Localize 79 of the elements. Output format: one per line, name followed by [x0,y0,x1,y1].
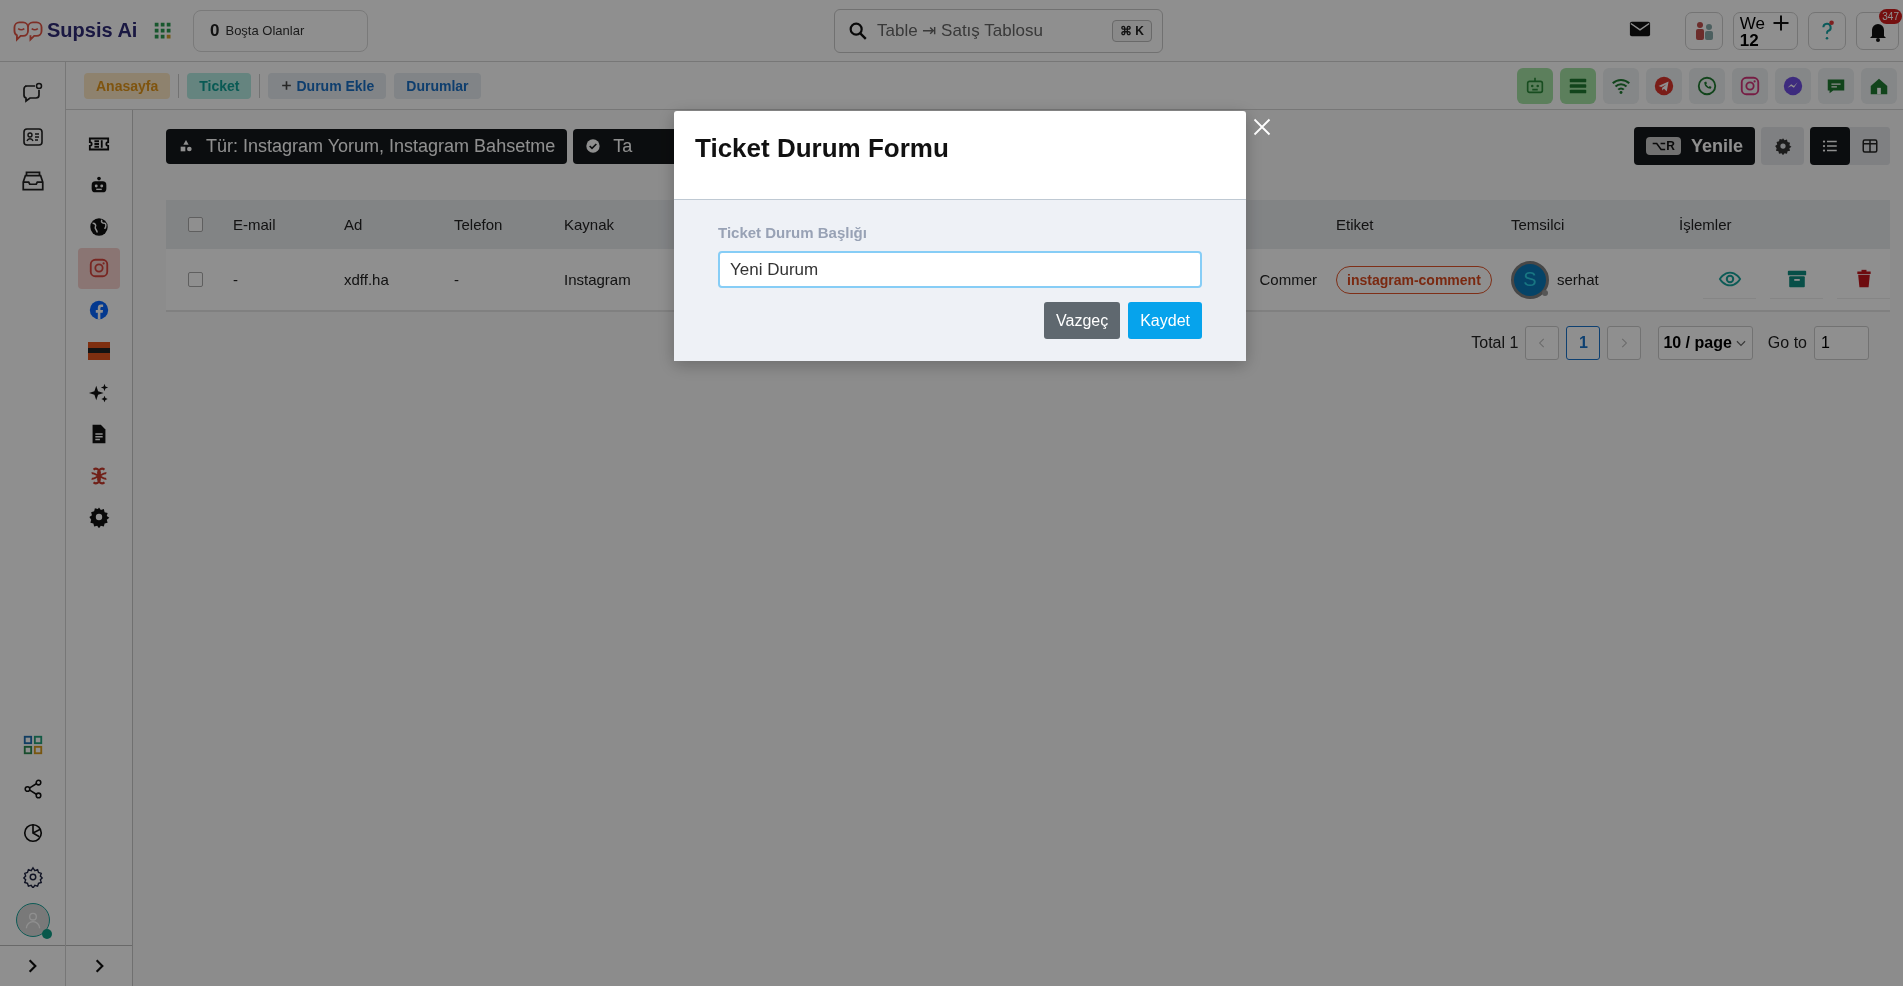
workspace-button[interactable]: We 12 [1732,11,1798,50]
channel-button[interactable] [1517,67,1553,104]
view-toggle[interactable] [1810,127,1850,165]
archive-icon [1785,268,1808,290]
field-label: Ticket Durum Başlığı [718,224,868,241]
page-size-select[interactable]: 10 / page [1658,326,1753,360]
sidebar-item[interactable] [78,247,120,289]
search-field[interactable]: Table ⇥ Satış Tablosu ⌘ K [834,8,1163,53]
breadcrumb-chip[interactable]: Durum Ekle [268,72,387,99]
paper-plane-icon [1653,74,1675,97]
channel-button[interactable] [1603,67,1639,104]
phone-bubble-icon [1696,74,1718,97]
agents-button[interactable] [1684,11,1723,50]
column-header: İşlemler [1679,216,1732,233]
apps-grid-icon [21,734,44,756]
plus-icon [1771,13,1791,33]
sparkles-icon [88,381,110,404]
row-checkbox[interactable] [188,272,203,287]
globe-icon [88,215,110,238]
gear-icon [88,506,110,529]
id-card-icon [20,125,45,149]
column-header: E-mail [233,216,276,233]
inbox-tray-icon [19,168,46,194]
table-cell: Instagram [564,271,631,288]
column-header: Temsilci [1511,216,1565,233]
shortcut-key: ⌥R [1646,137,1681,155]
cancel-button[interactable]: Vazgeç [1044,302,1121,339]
page-button[interactable]: 1 [1566,326,1601,360]
circle-f-icon [88,298,110,321]
channel-button[interactable] [1732,67,1768,104]
table-cell: xdff.ha [344,271,389,288]
column-header: Telefon [454,216,503,233]
shortcut-key: ⌘ K [1112,19,1152,42]
column-header: Kaynak [564,216,615,233]
online-status-dot [41,929,52,939]
shapes-icon [178,138,194,154]
camera-icon [1739,74,1761,97]
table-cell: Commer [1259,271,1317,288]
channel-button[interactable] [1560,67,1596,104]
pie-chart-icon [21,822,44,844]
breadcrumb-chip[interactable]: Durumlar [394,72,481,99]
columns-icon [1861,137,1879,155]
channel-button[interactable] [1689,67,1725,104]
total-count: Total 1 [1471,334,1519,352]
channel-button[interactable] [1818,67,1854,104]
apps-grid-icon [154,21,173,40]
status-title-field[interactable]: Yeni Durum [718,251,1202,288]
share-icon [21,778,44,800]
channel-button[interactable] [1775,67,1811,104]
channel-button[interactable] [1646,67,1682,104]
table-cell: - [233,271,238,288]
column-header: Etiket [1336,216,1374,233]
go-to-label: Go to [1767,334,1807,352]
notification-count: 347 [1879,8,1902,24]
idle-agents-box[interactable]: 0 Boşta Olanlar [193,9,368,52]
page-number-field[interactable]: 1 [1814,326,1869,360]
gear-icon [1773,137,1792,155]
refresh-button[interactable]: ⌥R Yenile [1634,127,1755,165]
settings-button[interactable] [1761,127,1804,165]
notifications-button[interactable]: 347 [1856,11,1899,50]
chat-bubble-icon [20,81,45,105]
chevron-right-icon [28,958,37,974]
expand-button[interactable] [94,958,104,974]
camera-icon [88,257,110,280]
help-button[interactable] [1808,11,1846,50]
user-avatar[interactable] [15,903,50,937]
chevron-right-icon [94,958,104,974]
app-logo-text: Supsis Ai [47,19,138,42]
select-all-checkbox[interactable] [188,217,203,232]
lightning-bubble-icon [1782,74,1804,97]
column-header: Ad [344,216,363,233]
check-circle-icon [585,138,602,154]
settings-icon [21,866,44,888]
logo-bubbles-icon [12,19,44,42]
channel-button[interactable] [1861,67,1897,104]
plus-icon [280,79,294,92]
table-cell: - [454,271,459,288]
agent-name: serhat [1557,271,1599,288]
filter-chip[interactable]: Tür: Instagram Yorum, Instagram Bahsetme [166,128,568,164]
